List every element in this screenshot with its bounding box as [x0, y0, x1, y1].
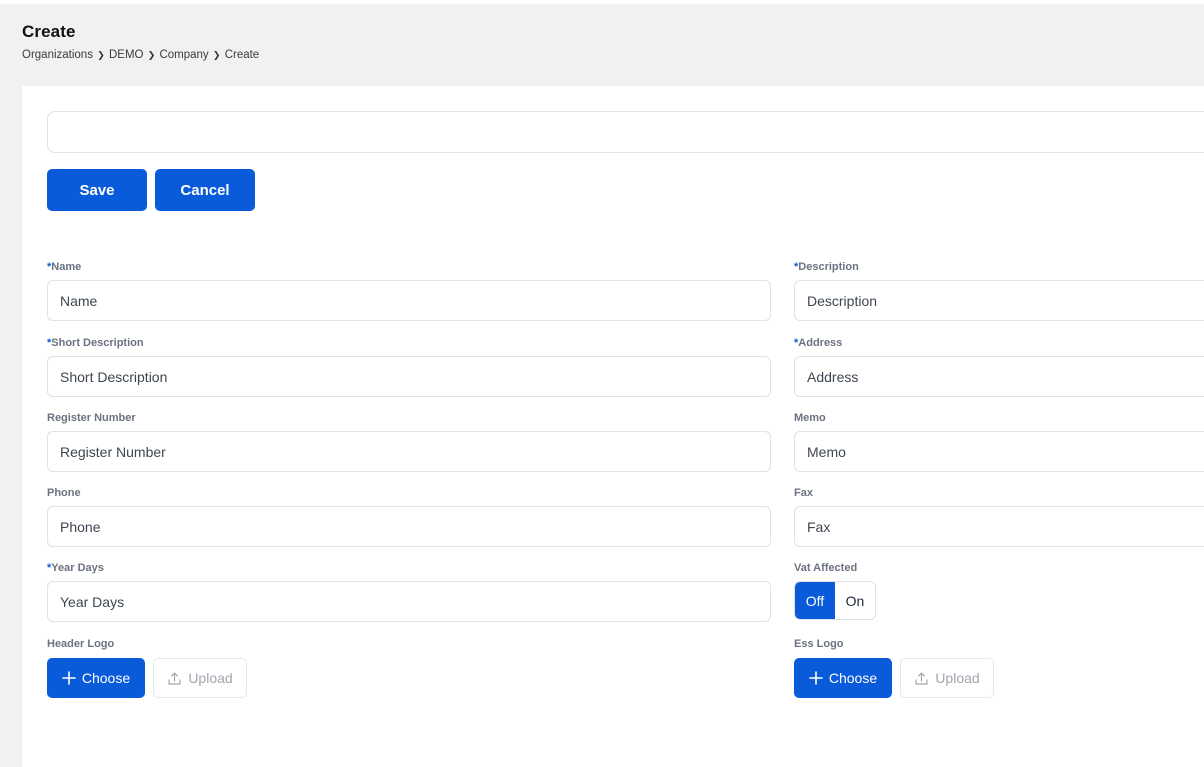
chevron-right-icon: ❯: [212, 49, 221, 60]
fax-label: Fax: [794, 487, 813, 499]
breadcrumb-demo[interactable]: DEMO: [109, 49, 144, 61]
upload-icon: [914, 671, 929, 686]
header-logo-label: Header Logo: [47, 638, 115, 650]
year-days-input[interactable]: [47, 581, 771, 622]
save-button[interactable]: Save: [47, 169, 147, 211]
header-logo-field: Header Logo Choose Upload: [47, 637, 771, 698]
fax-input[interactable]: [794, 506, 1204, 547]
page-title: Create: [22, 22, 76, 41]
header-logo-choose-button[interactable]: Choose: [47, 658, 145, 698]
register-number-input[interactable]: [47, 431, 771, 472]
short-description-input[interactable]: [47, 356, 771, 397]
address-label: *Address: [794, 337, 843, 349]
memo-label: Memo: [794, 412, 826, 424]
ess-logo-field: Ess Logo Choose Upload: [794, 637, 1204, 698]
phone-label: Phone: [47, 487, 81, 499]
ess-logo-label: Ess Logo: [794, 638, 844, 650]
memo-field: Memo: [794, 411, 1204, 472]
address-field: *Address: [794, 336, 1204, 397]
choose-label: Choose: [828, 670, 878, 686]
description-label: *Description: [794, 261, 859, 273]
name-input[interactable]: [47, 280, 771, 321]
vat-affected-field: Vat Affected Off On: [794, 561, 1204, 620]
ess-logo-choose-button[interactable]: Choose: [794, 658, 892, 698]
vat-off-option[interactable]: Off: [795, 582, 835, 619]
register-number-label: Register Number: [47, 412, 136, 424]
breadcrumb-company[interactable]: Company: [159, 49, 208, 61]
breadcrumb-create: Create: [224, 49, 260, 61]
header-logo-upload-button[interactable]: Upload: [153, 658, 247, 698]
memo-input[interactable]: [794, 431, 1204, 472]
short-description-field: *Short Description: [47, 336, 771, 397]
top-input[interactable]: [47, 111, 1204, 153]
breadcrumb-organizations[interactable]: Organizations: [22, 49, 93, 61]
breadcrumb: Organizations ❯ DEMO ❯ Company ❯ Create: [22, 49, 259, 61]
header-logo-upload: Choose Upload: [47, 658, 771, 698]
vat-affected-toggle: Off On: [794, 581, 876, 620]
chevron-right-icon: ❯: [97, 49, 105, 60]
upload-label: Upload: [188, 670, 233, 686]
ess-logo-upload-button[interactable]: Upload: [900, 658, 994, 698]
phone-field: Phone: [47, 486, 771, 547]
register-number-field: Register Number: [47, 411, 771, 472]
upload-icon: [167, 671, 182, 686]
choose-label: Choose: [81, 670, 131, 686]
description-field: *Description: [794, 260, 1204, 321]
plus-icon: [62, 671, 76, 685]
fax-field: Fax: [794, 486, 1204, 547]
name-field: *Name: [47, 260, 771, 321]
short-description-label: *Short Description: [47, 337, 144, 349]
description-input[interactable]: [794, 280, 1204, 321]
name-label: *Name: [47, 261, 82, 273]
form-card: Save Cancel *Name *Description *Short De…: [22, 86, 1204, 767]
year-days-field: *Year Days: [47, 561, 771, 622]
upload-label: Upload: [935, 670, 980, 686]
year-days-label: *Year Days: [47, 562, 104, 574]
vat-affected-label: Vat Affected: [794, 562, 858, 574]
page-header: Create Organizations ❯ DEMO ❯ Company ❯ …: [22, 22, 259, 61]
plus-icon: [809, 671, 823, 685]
cancel-button[interactable]: Cancel: [155, 169, 255, 211]
address-input[interactable]: [794, 356, 1204, 397]
ess-logo-upload: Choose Upload: [794, 658, 1204, 698]
phone-input[interactable]: [47, 506, 771, 547]
vat-on-option[interactable]: On: [835, 582, 875, 619]
chevron-right-icon: ❯: [147, 49, 156, 60]
